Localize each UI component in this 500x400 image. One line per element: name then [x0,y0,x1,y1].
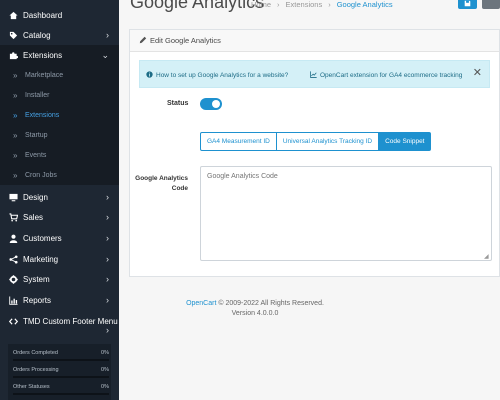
sidebar-subitem-startup[interactable]: » Startup [0,125,119,145]
footer-copyright-line: OpenCart © 2009-2022 All Rights Reserved… [129,299,381,309]
ga4-extension-link[interactable]: OpenCart extension for GA4 ecommerce tra… [310,71,462,80]
save-icon [464,0,471,12]
stat-orders-completed: Orders Completed 0% [13,350,109,361]
order-stats-panel: Orders Completed 0% Orders Processing 0%… [8,344,111,400]
edit-card: Edit Google Analytics How to set up Goog… [129,29,500,277]
status-label: Status [167,100,189,107]
breadcrumb-home[interactable]: Home [251,0,271,9]
close-icon[interactable]: ✕ [473,68,482,79]
sidebar-subitem-cron-jobs[interactable]: » Cron Jobs [0,165,119,185]
tab-universal-analytics-tracking-id[interactable]: Universal Analytics Tracking ID [276,132,380,151]
breadcrumb-separator: › [277,0,280,9]
progress-bar [13,393,109,395]
copyright-text: © 2009-2022 All Rights Reserved. [216,300,324,307]
cart-icon [9,212,18,222]
version-text: Version 4.0.0.0 [231,310,279,317]
sidebar-subitem-installer[interactable]: » Installer [0,85,119,105]
chart-line-icon [310,71,317,80]
dashboard-icon [9,11,18,20]
code-label: Google Analytics Code [135,175,188,192]
chevron-right-icon: › [106,325,109,335]
chevron-right-icon: › [106,211,109,222]
stat-other-statuses: Other Statuses 0% [13,384,109,395]
tab-bar: GA4 Measurement ID Universal Analytics T… [200,132,432,151]
gear-icon [9,274,18,284]
double-arrow-icon: » [13,150,18,160]
sidebar-item-customers[interactable]: Customers › [0,228,119,248]
sidebar-item-tmd-custom-footer-menu[interactable]: TMD Custom Footer Menu › [0,311,119,335]
chevron-right-icon: › [106,273,109,284]
breadcrumb: Home › Extensions › Google Analytics [251,0,393,9]
tab-code-snippet[interactable]: Code Snippet [379,132,432,151]
toggle-knob [212,100,220,108]
opencart-link[interactable]: OpenCart [186,300,216,307]
sidebar-item-sales[interactable]: Sales › [0,207,119,227]
bar-chart-icon [9,295,18,305]
chevron-right-icon: › [106,29,109,40]
user-icon [9,234,18,243]
sidebar-item-extensions[interactable]: Extensions ⌄ [0,45,119,65]
breadcrumb-extensions[interactable]: Extensions [286,0,323,9]
double-arrow-icon: » [13,70,18,80]
sidebar-item-reports[interactable]: Reports › [0,290,119,310]
sidebar-subitem-extensions[interactable]: » Extensions [0,105,119,125]
code-textarea[interactable] [200,166,492,261]
double-arrow-icon: » [13,110,18,120]
code-icon [9,317,18,326]
save-button[interactable] [458,0,477,9]
status-toggle[interactable] [200,98,222,110]
setup-guide-link[interactable]: How to set up Google Analytics for a web… [146,71,288,80]
sidebar-item-dashboard[interactable]: Dashboard [0,5,119,25]
breadcrumb-separator: › [328,0,331,9]
back-button[interactable] [482,0,500,9]
pencil-icon [139,36,147,46]
sidebar-item-design[interactable]: Design › [0,187,119,207]
resize-grip-icon[interactable]: ◢ [484,253,489,260]
info-alert: How to set up Google Analytics for a web… [139,60,490,88]
progress-bar [13,376,109,378]
breadcrumb-current[interactable]: Google Analytics [337,0,393,9]
sidebar-item-catalog[interactable]: Catalog › [0,25,119,45]
monitor-icon [9,193,18,202]
tab-ga4-measurement-id[interactable]: GA4 Measurement ID [200,132,277,151]
chevron-right-icon: › [106,253,109,264]
progress-bar [13,359,109,361]
sidebar-item-marketing[interactable]: Marketing › [0,249,119,269]
double-arrow-icon: » [13,130,18,140]
info-circle-icon [146,71,153,80]
card-header: Edit Google Analytics [130,30,499,52]
stat-orders-processing: Orders Processing 0% [13,367,109,378]
sidebar-subitem-marketplace[interactable]: » Marketplace [0,65,119,85]
footer: OpenCart © 2009-2022 All Rights Reserved… [129,299,381,319]
chevron-right-icon: › [106,232,109,243]
double-arrow-icon: » [13,170,18,180]
puzzle-icon [9,51,18,60]
chevron-right-icon: › [106,191,109,202]
sidebar: Dashboard Catalog › Extensions ⌄ » Marke… [0,0,119,400]
chevron-right-icon: › [106,294,109,305]
sidebar-subitem-events[interactable]: » Events [0,145,119,165]
page-title: Google Analytics [130,0,265,12]
share-icon [9,254,18,264]
sidebar-item-system[interactable]: System › [0,269,119,289]
chevron-down-icon: ⌄ [101,49,109,60]
double-arrow-icon: » [13,90,18,100]
tag-icon [9,31,18,40]
